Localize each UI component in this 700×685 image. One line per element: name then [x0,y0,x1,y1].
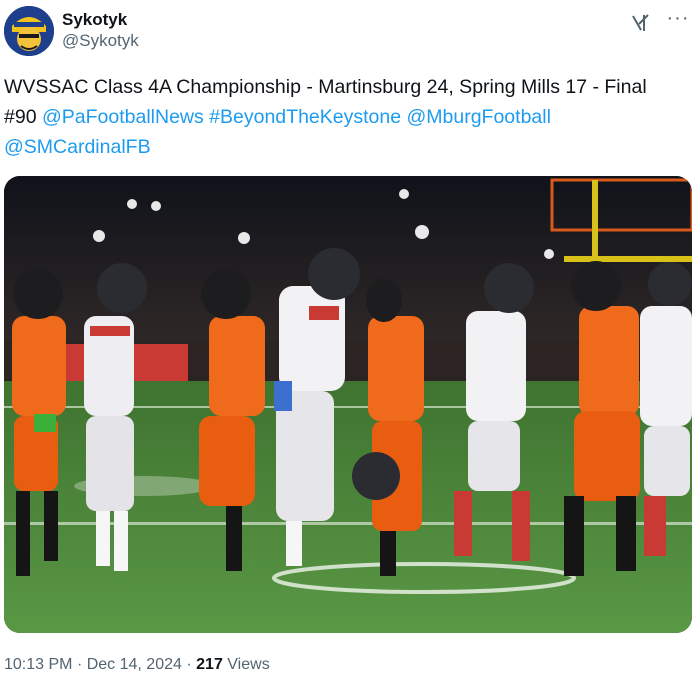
author-display-name[interactable]: Sykotyk [62,10,139,30]
author-names: Sykotyk @Sykotyk [62,10,139,52]
tweet-date[interactable]: Dec 14, 2024 [87,656,182,673]
more-icon[interactable]: ··· [664,8,692,32]
tweet-photo[interactable] [4,176,692,633]
grok-icon[interactable] [630,12,652,34]
meta-separator: · [186,656,192,673]
tweet-time[interactable]: 10:13 PM [4,656,72,673]
mention-mburgfootball[interactable]: @MburgFootball [406,106,550,128]
tweet-header: Sykotyk @Sykotyk ··· [4,6,692,58]
mention-pafootballnews[interactable]: @PaFootballNews [42,106,204,128]
football-handshake-photo [4,176,692,633]
author-handle[interactable]: @Sykotyk [62,30,139,52]
mention-smcardinalfb[interactable]: @SMCardinalFB [4,136,151,158]
tweet-meta: 10:13 PM · Dec 14, 2024 · 217 Views [4,654,270,676]
views-label: Views [227,656,270,673]
hashtag-beyondthekeystone[interactable]: #BeyondTheKeystone [209,106,401,128]
views-count: 217 [196,656,223,673]
meta-separator: · [76,656,83,673]
avatar-yellow-helmet-face [4,6,54,56]
tweet-text: WVSSAC Class 4A Championship - Martinsbu… [4,72,664,162]
author-avatar[interactable] [4,6,54,56]
